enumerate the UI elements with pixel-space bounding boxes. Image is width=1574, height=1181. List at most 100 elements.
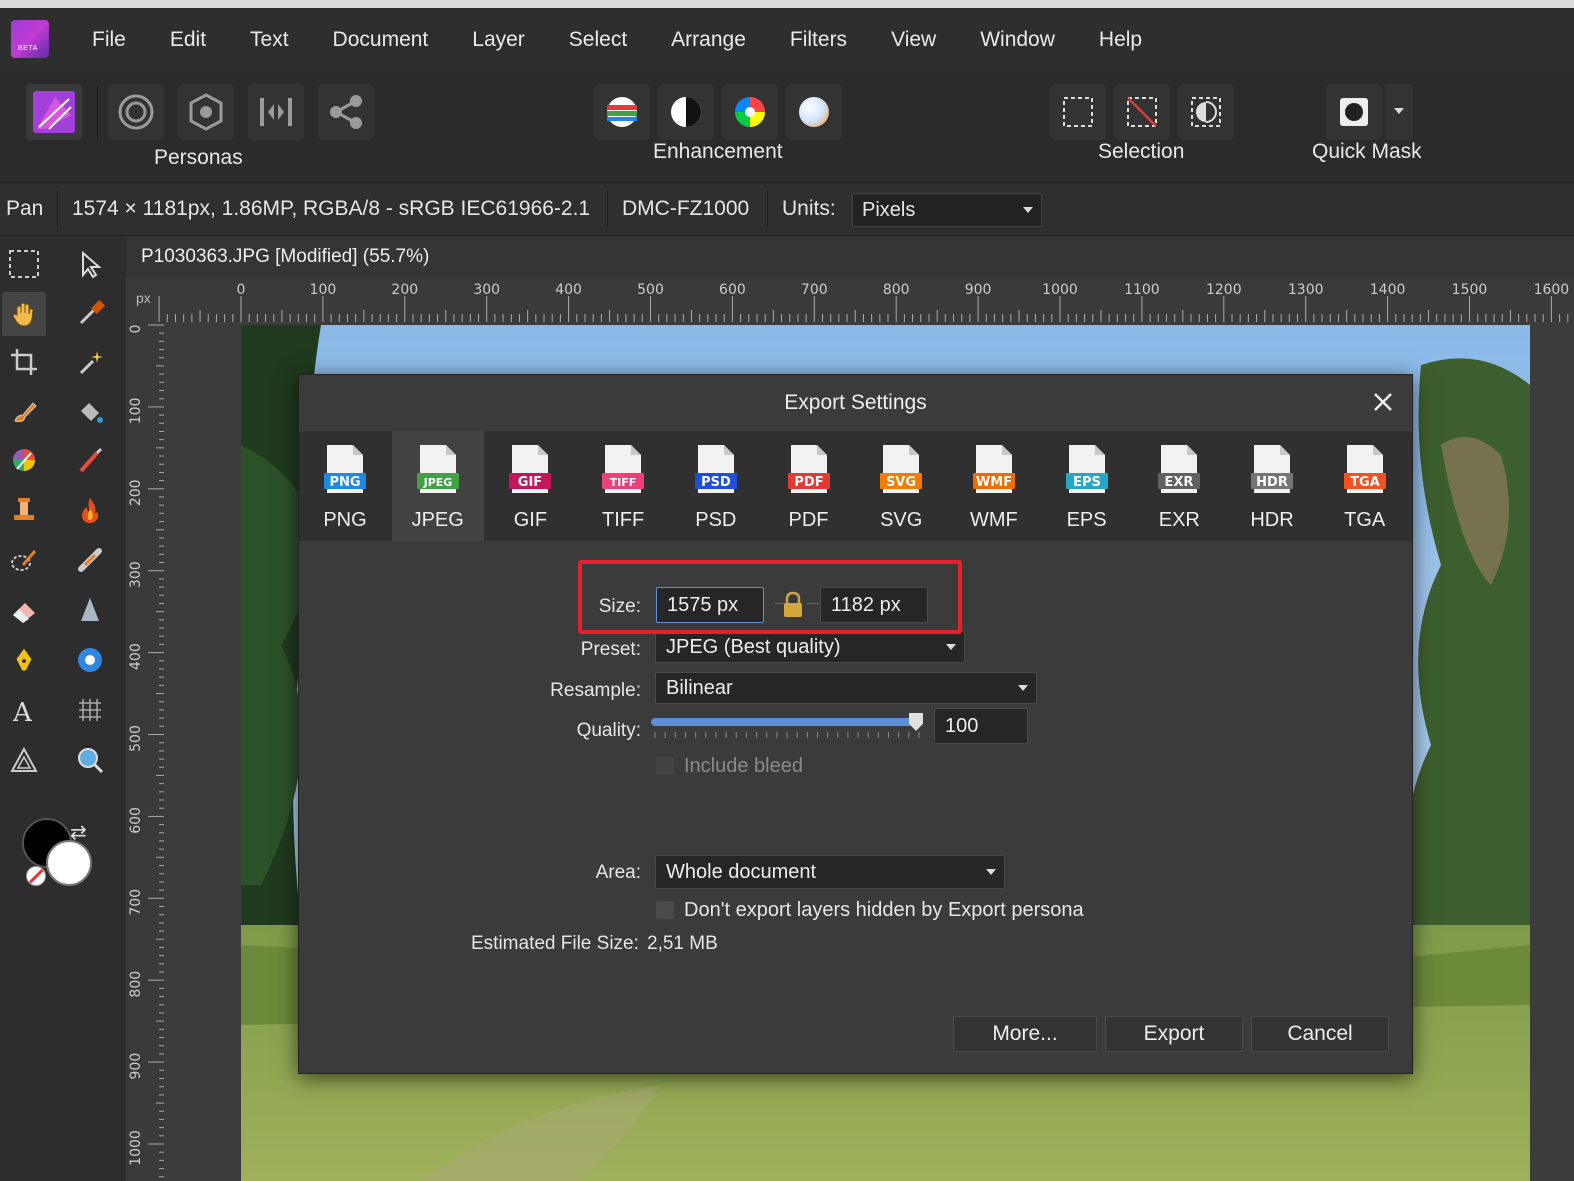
hdr-file-icon: HDR [1251, 445, 1293, 493]
pan-tool-icon[interactable] [2, 292, 46, 336]
flood-fill-tool-icon[interactable] [70, 392, 110, 432]
main-toolbar: Personas Enhancement Selection Quick Mas… [0, 72, 1574, 183]
marquee-selection-tool-icon[interactable] [4, 244, 44, 284]
format-tab-tiff[interactable]: TIFF TIFF [577, 431, 669, 541]
erase-brush-tool-icon[interactable] [4, 590, 44, 630]
format-tab-png[interactable]: PNG PNG [299, 431, 391, 541]
menu-edit[interactable]: Edit [148, 28, 228, 52]
format-tab-eps[interactable]: EPS EPS [1041, 431, 1133, 541]
format-tab-exr[interactable]: EXR EXR [1133, 431, 1225, 541]
ruler-tick-label: 1500 [1452, 282, 1488, 298]
jpeg-file-icon: JPEG [416, 445, 459, 493]
quality-input[interactable]: 100 [934, 708, 1028, 744]
format-tab-jpeg[interactable]: JPEG JPEG [391, 431, 484, 541]
tone-mapping-persona-icon[interactable] [248, 84, 304, 140]
ellipse-tool-icon[interactable] [70, 640, 110, 680]
liquify-persona-icon[interactable] [108, 84, 164, 140]
auto-contrast-icon[interactable] [658, 84, 714, 140]
format-tab-tga[interactable]: TGA TGA [1319, 431, 1411, 541]
format-tab-gif[interactable]: GIF GIF [484, 431, 576, 541]
artistic-text-tool-icon[interactable]: A [4, 690, 44, 730]
estimated-size-value: 2,51 MB [647, 933, 718, 954]
format-label: TIFF [601, 509, 645, 531]
quality-slider-thumb[interactable] [909, 713, 923, 731]
units-select[interactable]: Pixels [852, 193, 1042, 227]
file-icon-badge: TGA [1350, 475, 1380, 490]
quick-mask-icon[interactable] [1326, 84, 1382, 140]
format-tabs: PNG PNG JPEG JPEG GIF GIF TIFF TIFF PSD PSD PDF PDF… [299, 431, 1412, 541]
quality-slider-track[interactable] [651, 718, 923, 726]
selection-brush-tool-icon[interactable] [4, 540, 44, 580]
document-tab[interactable]: P1030363.JPG [Modified] (55.7%) [126, 236, 1574, 278]
format-label: PSD [695, 509, 737, 531]
format-tab-psd[interactable]: PSD PSD [670, 431, 762, 541]
pixel-brush-tool-icon[interactable] [70, 440, 110, 480]
format-tab-wmf[interactable]: WMF WMF [948, 431, 1040, 541]
quick-mask-dropdown-button[interactable] [1385, 84, 1413, 140]
resample-value: Bilinear [666, 677, 733, 699]
format-tab-hdr[interactable]: HDR HDR [1226, 431, 1318, 541]
menu-window[interactable]: Window [958, 28, 1077, 52]
no-color-icon[interactable] [26, 866, 46, 886]
format-tab-pdf[interactable]: PDF PDF [763, 431, 855, 541]
healing-brush-tool-icon[interactable] [70, 540, 110, 580]
clone-stamp-tool-icon[interactable] [4, 490, 44, 530]
menu-text[interactable]: Text [228, 28, 311, 52]
menu-layer[interactable]: Layer [450, 28, 547, 52]
auto-colors-icon[interactable] [722, 84, 778, 140]
burn-tool-icon[interactable] [70, 490, 110, 530]
affinity-photo-logo-icon[interactable]: BETA [11, 20, 49, 58]
zoom-tool-icon[interactable] [70, 740, 110, 780]
format-tab-svg[interactable]: SVG SVG [855, 431, 947, 541]
flood-select-tool-icon[interactable] [70, 342, 110, 382]
resample-select[interactable]: Bilinear [655, 672, 1037, 704]
swap-colors-icon[interactable]: ⇄ [70, 820, 87, 845]
invert-selection-icon[interactable] [1178, 84, 1234, 140]
area-select[interactable]: Whole document [655, 855, 1005, 889]
size-highlight-annotation [578, 560, 962, 634]
export-button[interactable]: Export [1105, 1016, 1243, 1052]
photo-persona-icon[interactable] [26, 84, 82, 140]
ruler-tick-label: 600 [128, 807, 144, 834]
paint-brush-tool-icon[interactable] [4, 392, 44, 432]
app-logo-badge: BETA [18, 45, 38, 52]
close-icon[interactable] [1370, 389, 1396, 415]
menu-document[interactable]: Document [311, 28, 451, 52]
export-persona-share-icon[interactable] [318, 84, 374, 140]
file-icon-badge: SVG [886, 475, 916, 490]
menu-help[interactable]: Help [1077, 28, 1164, 52]
mesh-warp-tool-icon[interactable] [70, 690, 110, 730]
menu-filters[interactable]: Filters [768, 28, 869, 52]
secondary-color-swatch[interactable] [46, 840, 92, 886]
camera-model: DMC-FZ1000 [622, 197, 750, 220]
color-replacement-tool-icon[interactable] [4, 440, 44, 480]
menu-select[interactable]: Select [547, 28, 649, 52]
deselect-icon[interactable] [1114, 84, 1170, 140]
include-bleed-checkbox[interactable] [656, 757, 674, 775]
select-all-icon[interactable] [1050, 84, 1106, 140]
preset-select[interactable]: JPEG (Best quality) [655, 631, 965, 663]
color-picker-tool-icon[interactable] [70, 292, 110, 332]
menu-view[interactable]: View [869, 28, 958, 52]
move-tool-icon[interactable] [70, 244, 110, 284]
ruler-tick-label: 1400 [1370, 282, 1406, 298]
vector-crop-tool-icon[interactable] [4, 740, 44, 780]
menu-arrange[interactable]: Arrange [649, 28, 768, 52]
more-button[interactable]: More... [953, 1016, 1097, 1052]
ruler-tick-label: 1600 [1534, 282, 1570, 298]
crop-tool-icon[interactable] [4, 342, 44, 382]
pen-tool-icon[interactable] [4, 640, 44, 680]
cancel-button[interactable]: Cancel [1251, 1016, 1389, 1052]
ruler-tick-label: 800 [128, 971, 144, 998]
develop-persona-icon[interactable] [178, 84, 234, 140]
ruler-tick-label: 1300 [1288, 282, 1324, 298]
auto-white-balance-icon[interactable] [786, 84, 842, 140]
enhancement-label: Enhancement [653, 140, 783, 163]
ruler-tick-label: 0 [237, 282, 246, 298]
menu-file[interactable]: File [70, 28, 148, 52]
auto-levels-icon[interactable] [594, 84, 650, 140]
chevron-down-icon [1018, 685, 1028, 691]
sharpen-tool-icon[interactable] [70, 590, 110, 630]
estimated-size-label: Estimated File Size: [471, 933, 639, 954]
hidden-layers-checkbox[interactable] [656, 901, 674, 919]
